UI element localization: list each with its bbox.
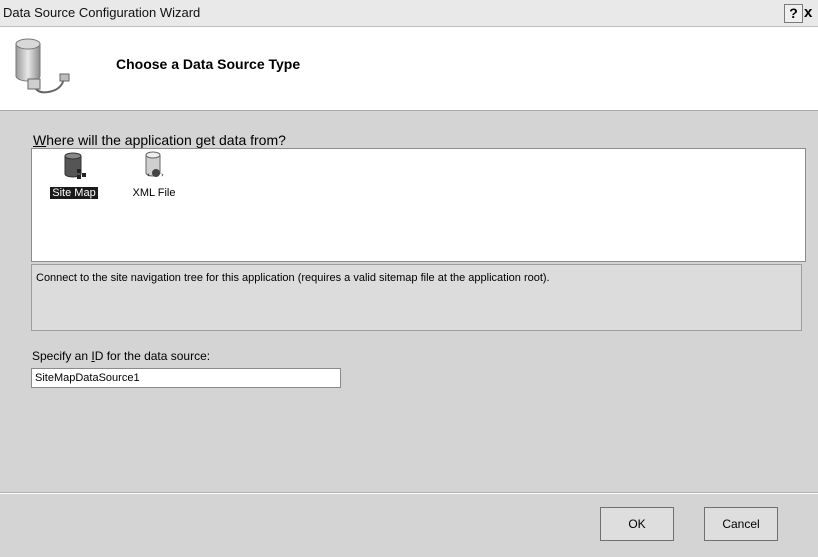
- sitemap-database-icon: [44, 151, 104, 184]
- cancel-button[interactable]: Cancel: [704, 507, 778, 541]
- data-source-id-input[interactable]: [31, 368, 341, 388]
- wizard-header: Choose a Data Source Type: [0, 27, 818, 110]
- window-title: Data Source Configuration Wizard: [3, 5, 201, 20]
- help-button[interactable]: ?: [784, 4, 803, 23]
- ok-button[interactable]: OK: [600, 507, 674, 541]
- close-button[interactable]: x: [804, 4, 818, 21]
- list-item-site-map[interactable]: Site Map: [44, 151, 104, 199]
- page-heading: Choose a Data Source Type: [116, 56, 301, 72]
- list-item-xml-file[interactable]: ‹ › XML File: [124, 151, 184, 199]
- id-field-label: Specify an ID for the data source:: [32, 349, 211, 363]
- header-divider: [0, 110, 818, 111]
- title-bar: Data Source Configuration Wizard ? x: [0, 0, 818, 27]
- svg-text:›: ›: [161, 171, 164, 179]
- site-map-label: Site Map: [50, 187, 98, 199]
- xml-database-icon: ‹ ›: [124, 151, 184, 184]
- source-description: Connect to the site navigation tree for …: [31, 264, 802, 331]
- footer-divider: [0, 493, 818, 494]
- source-question-label: Where will the application get data from…: [33, 132, 286, 148]
- database-plug-icon: [8, 34, 74, 103]
- data-source-type-list[interactable]: Site Map ‹ › XML File: [31, 148, 806, 262]
- xml-file-label: XML File: [132, 187, 176, 199]
- svg-text:‹: ‹: [147, 171, 150, 179]
